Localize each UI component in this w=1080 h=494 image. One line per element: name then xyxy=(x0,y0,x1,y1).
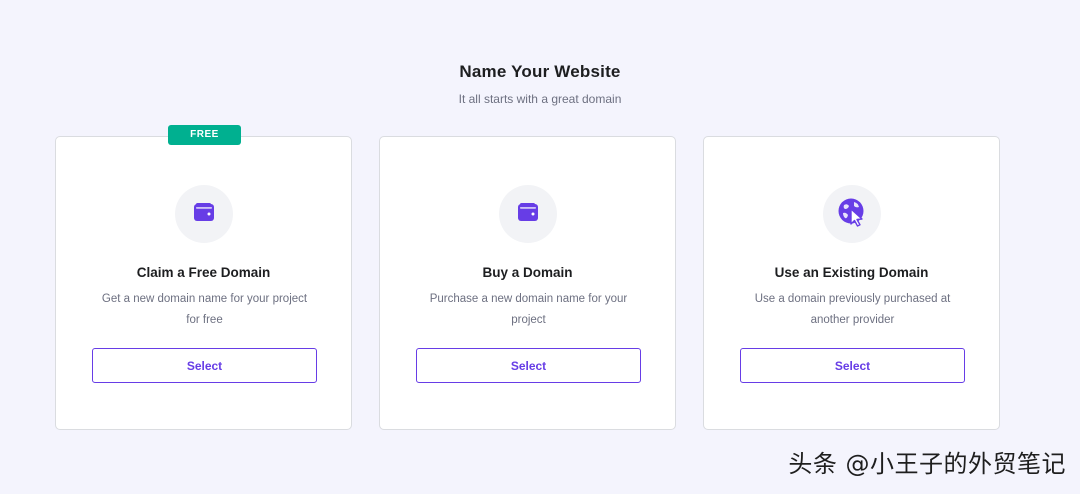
page-subtitle: It all starts with a great domain xyxy=(458,92,622,106)
wallet-icon xyxy=(517,202,539,227)
card-description: Get a new domain name for your project f… xyxy=(101,293,308,326)
card-title: Buy a Domain xyxy=(482,265,573,280)
select-existing-domain-button[interactable]: Select xyxy=(740,348,965,383)
watermark-text: 头条 @小王子的外贸笔记 xyxy=(788,450,1066,478)
select-buy-domain-button[interactable]: Select xyxy=(416,348,641,383)
card-title: Claim a Free Domain xyxy=(136,265,271,280)
card-description: Use a domain previously purchased at ano… xyxy=(754,293,951,326)
globe-cursor-icon xyxy=(837,197,867,232)
card-icon-container xyxy=(175,185,233,243)
card-description: Purchase a new domain name for your proj… xyxy=(429,293,628,326)
page-header: Name Your Website It all starts with a g… xyxy=(0,61,1080,107)
buy-domain-card: Buy a Domain Purchase a new domain name … xyxy=(379,136,676,430)
card-icon-container xyxy=(499,185,557,243)
existing-domain-card: Use an Existing Domain Use a domain prev… xyxy=(703,136,1000,430)
card-icon-container xyxy=(823,185,881,243)
claim-free-domain-card: FREE Claim a Free Domain Get a new domai… xyxy=(55,125,352,430)
select-claim-free-domain-button[interactable]: Select xyxy=(92,348,317,383)
free-badge: FREE xyxy=(168,125,241,145)
wallet-icon xyxy=(193,202,215,227)
card-title: Use an Existing Domain xyxy=(774,265,929,280)
page-title: Name Your Website xyxy=(459,62,621,81)
